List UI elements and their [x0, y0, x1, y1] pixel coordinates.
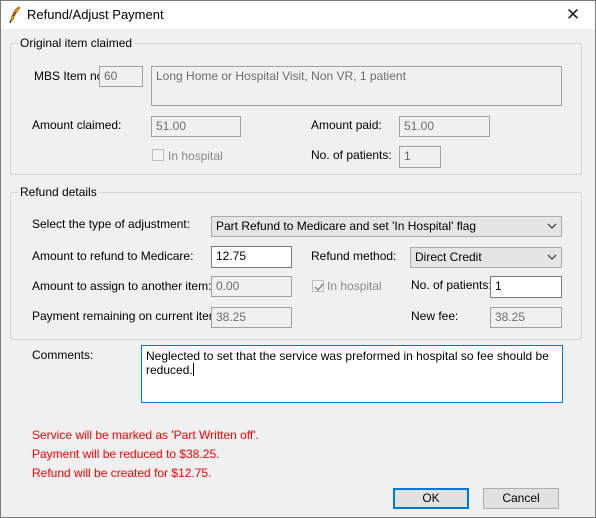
refund-method-label: Refund method:: [311, 249, 397, 263]
adjustment-type-label: Select the type of adjustment:: [32, 217, 191, 231]
amount-claimed-label: Amount claimed:: [32, 118, 122, 132]
remaining-field[interactable]: 38.25: [211, 307, 292, 328]
title-bar: Refund/Adjust Payment ✕: [1, 1, 595, 29]
mbs-item-label: MBS Item no:: [34, 69, 107, 83]
refund-amount-input[interactable]: 12.75: [211, 246, 292, 268]
refund-patients-label: No. of patients:: [411, 278, 492, 292]
original-in-hospital-checkbox[interactable]: [152, 149, 164, 161]
refund-in-hospital-label: In hospital: [327, 279, 382, 293]
refund-adjust-payment-dialog: Refund/Adjust Payment ✕ Original item cl…: [0, 0, 596, 518]
chevron-down-icon: [547, 220, 557, 230]
refund-amount-label: Amount to refund to Medicare:: [32, 249, 194, 263]
refund-patients-input[interactable]: 1: [490, 276, 562, 298]
comments-text: Neglected to set that the service was pr…: [146, 349, 549, 377]
refund-in-hospital-checkbox[interactable]: [312, 280, 324, 292]
adjustment-type-value: Part Refund to Medicare and set 'In Hosp…: [216, 219, 477, 233]
comments-label: Comments:: [32, 348, 94, 362]
amount-paid-label: Amount paid:: [311, 118, 382, 132]
new-fee-field[interactable]: 38.25: [490, 307, 562, 328]
original-item-group-label: Original item claimed: [18, 36, 135, 50]
item-description-field[interactable]: Long Home or Hospital Visit, Non VR, 1 p…: [151, 66, 562, 106]
close-icon[interactable]: ✕: [551, 1, 595, 29]
original-patients-field[interactable]: 1: [399, 146, 441, 168]
quill-pen-icon: [7, 6, 23, 24]
original-in-hospital-label: In hospital: [168, 149, 223, 163]
amount-claimed-field[interactable]: 51.00: [151, 116, 241, 137]
checkmark-icon: [314, 283, 324, 292]
adjustment-type-select[interactable]: Part Refund to Medicare and set 'In Hosp…: [211, 216, 562, 237]
new-fee-label: New fee:: [411, 309, 459, 323]
status-message-2: Payment will be reduced to $38.25.: [32, 447, 220, 461]
refund-details-group-label: Refund details: [18, 185, 99, 199]
assign-amount-field[interactable]: 0.00: [211, 276, 292, 297]
assign-amount-label: Amount to assign to another item:: [32, 279, 212, 293]
status-message-3: Refund will be created for $12.75.: [32, 466, 212, 480]
remaining-label: Payment remaining on current item:: [32, 309, 223, 323]
cancel-button[interactable]: Cancel: [483, 488, 559, 509]
window-title: Refund/Adjust Payment: [27, 7, 164, 22]
original-patients-label: No. of patients:: [311, 148, 392, 162]
status-message-1: Service will be marked as 'Part Written …: [32, 428, 259, 442]
comments-textarea[interactable]: Neglected to set that the service was pr…: [141, 345, 563, 403]
amount-paid-field[interactable]: 51.00: [399, 116, 490, 137]
original-item-group: [10, 43, 582, 175]
refund-method-select[interactable]: Direct Credit: [410, 247, 562, 268]
ok-button[interactable]: OK: [393, 488, 469, 509]
refund-method-value: Direct Credit: [415, 250, 482, 264]
text-caret: [192, 363, 194, 376]
chevron-down-icon: [547, 251, 557, 261]
mbs-item-field[interactable]: 60: [99, 66, 143, 87]
